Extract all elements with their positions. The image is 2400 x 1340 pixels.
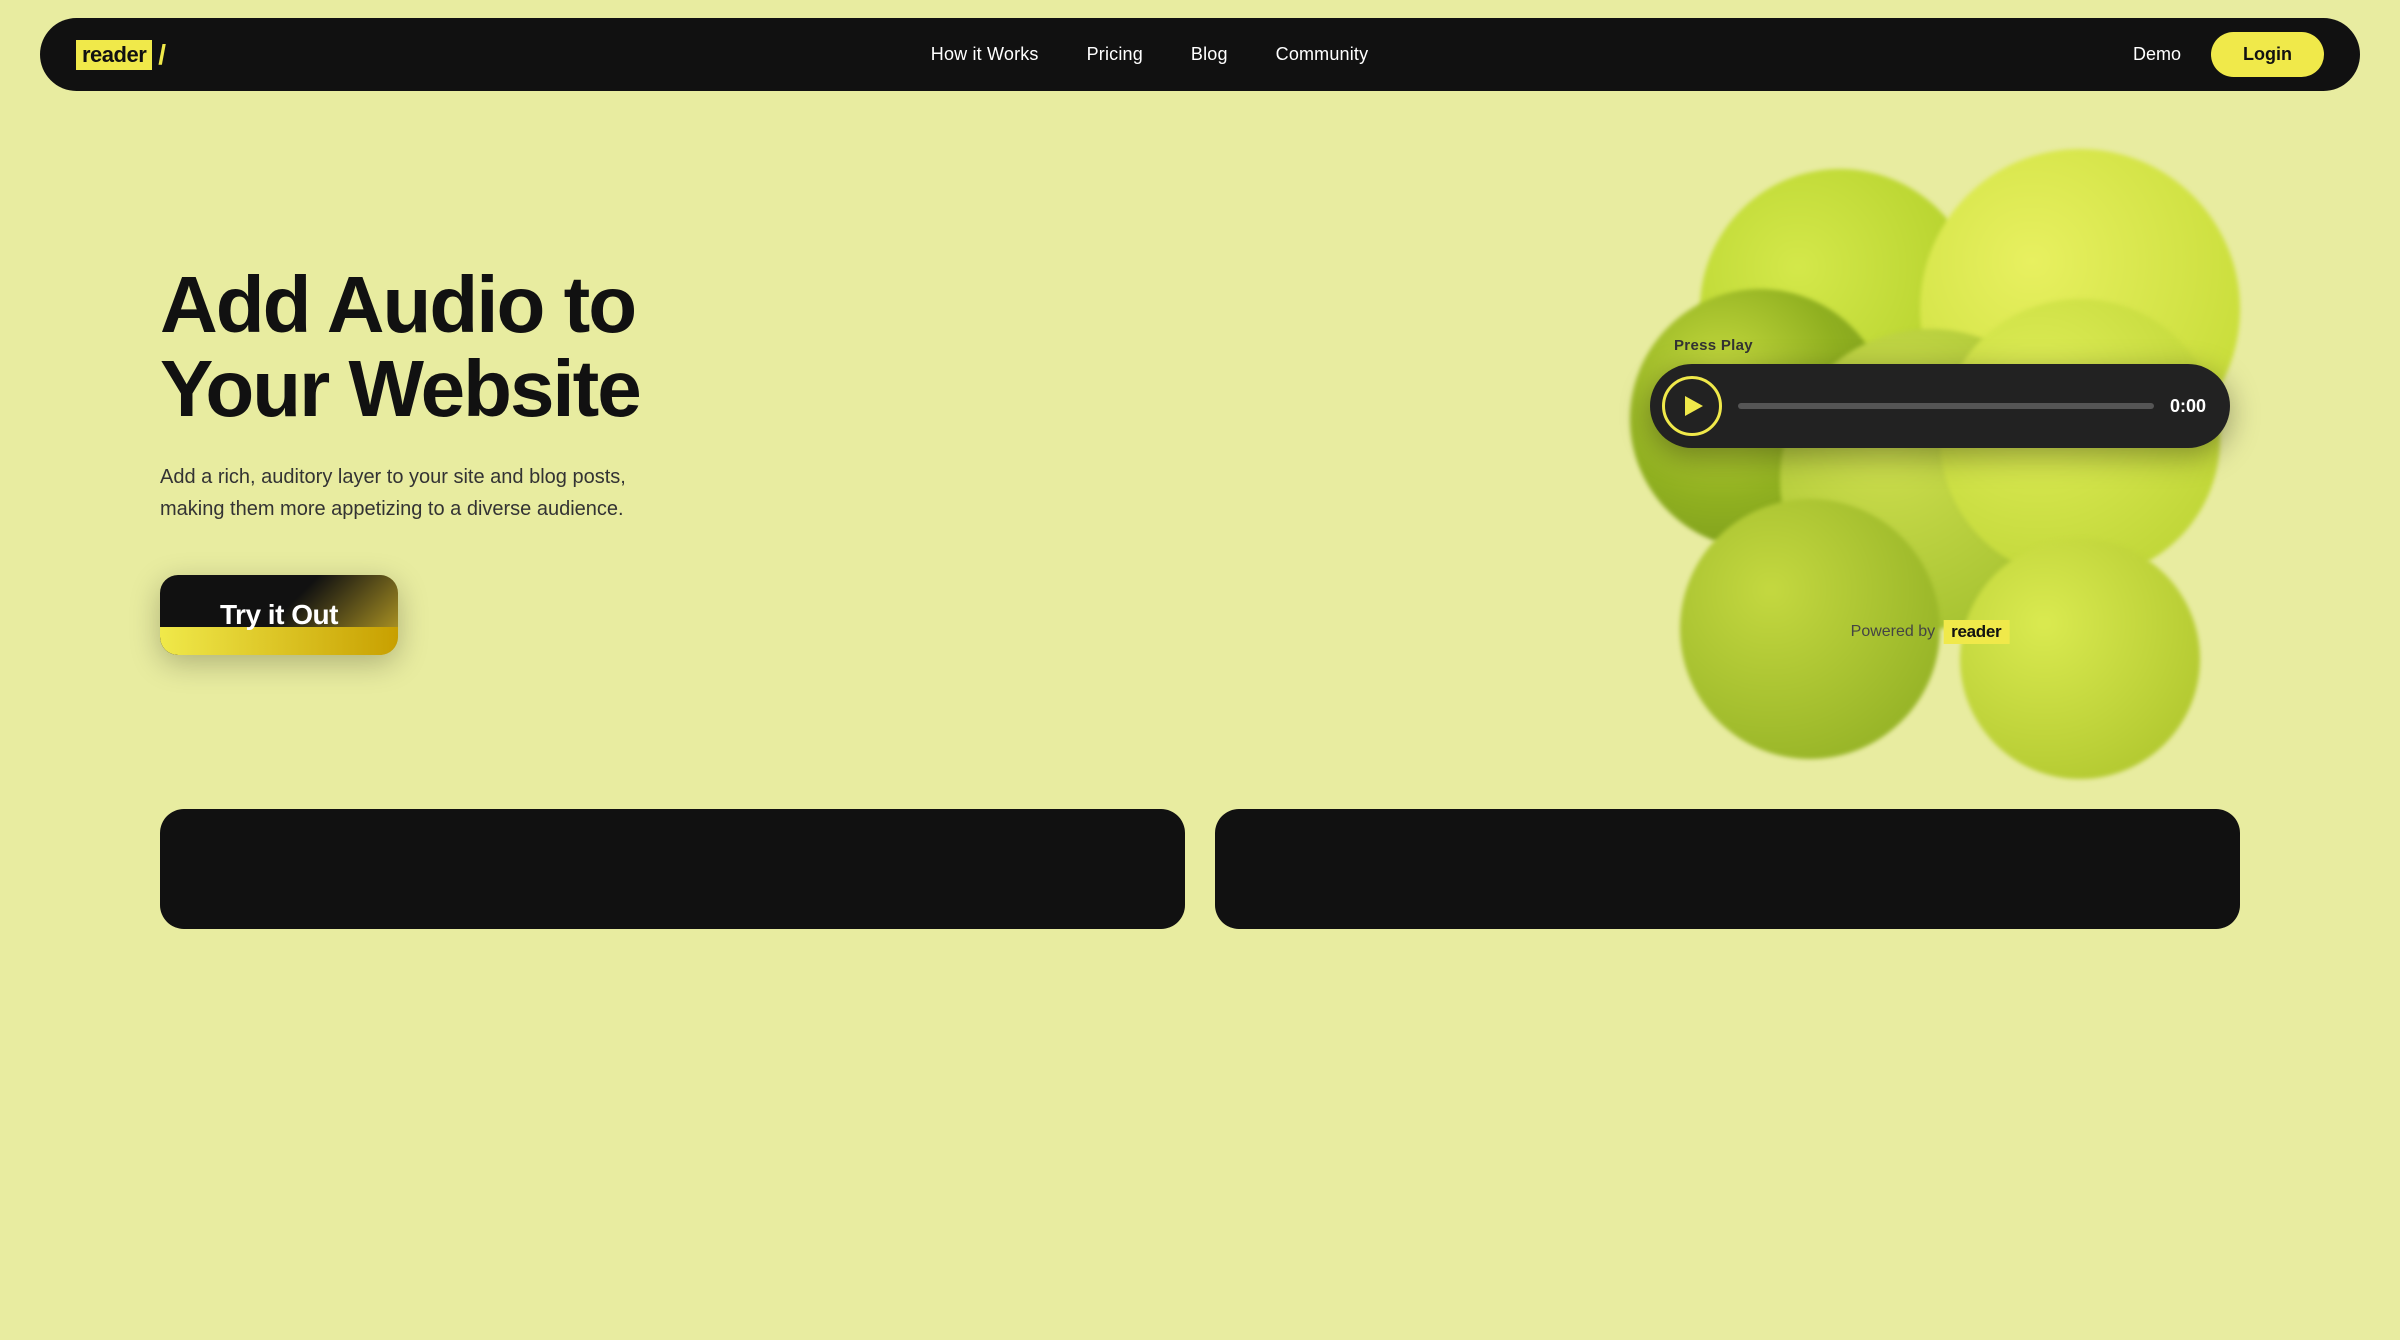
- progress-bar: [1738, 403, 2154, 409]
- blob-7: [1960, 539, 2200, 779]
- bottom-cards: [0, 809, 2400, 929]
- hero-section: Add Audio to Your Website Add a rich, au…: [0, 109, 2400, 789]
- play-button[interactable]: [1662, 376, 1722, 436]
- navbar: reader / How it Works Pricing Blog Commu…: [40, 18, 2360, 91]
- audio-player: 0:00: [1650, 364, 2230, 448]
- time-display: 0:00: [2170, 396, 2206, 417]
- bottom-card-right: [1215, 809, 2240, 929]
- bottom-card-left: [160, 809, 1185, 929]
- hero-subtitle: Add a rich, auditory layer to your site …: [160, 461, 640, 525]
- hero-title: Add Audio to Your Website: [160, 263, 640, 431]
- logo-text: reader: [76, 40, 152, 70]
- hero-visual: Press Play 0:00 Powered by reader: [1620, 169, 2240, 749]
- login-button[interactable]: Login: [2211, 32, 2324, 77]
- nav-links: How it Works Pricing Blog Community: [931, 44, 1369, 65]
- press-play-label: Press Play: [1674, 337, 1753, 354]
- play-icon: [1685, 396, 1703, 416]
- logo-slash: /: [158, 39, 166, 71]
- nav-pricing[interactable]: Pricing: [1087, 44, 1143, 64]
- powered-text: Powered by: [1851, 623, 1936, 641]
- nav-right: Demo Login: [2133, 32, 2324, 77]
- nav-blog[interactable]: Blog: [1191, 44, 1228, 64]
- powered-by: Powered by reader: [1851, 620, 2010, 644]
- hero-content: Add Audio to Your Website Add a rich, au…: [160, 263, 640, 655]
- demo-link[interactable]: Demo: [2133, 44, 2181, 65]
- try-it-out-button[interactable]: Try it Out: [160, 575, 398, 655]
- nav-how-it-works[interactable]: How it Works: [931, 44, 1039, 64]
- powered-logo: reader: [1943, 620, 2009, 644]
- logo[interactable]: reader /: [76, 39, 166, 71]
- nav-community[interactable]: Community: [1276, 44, 1369, 64]
